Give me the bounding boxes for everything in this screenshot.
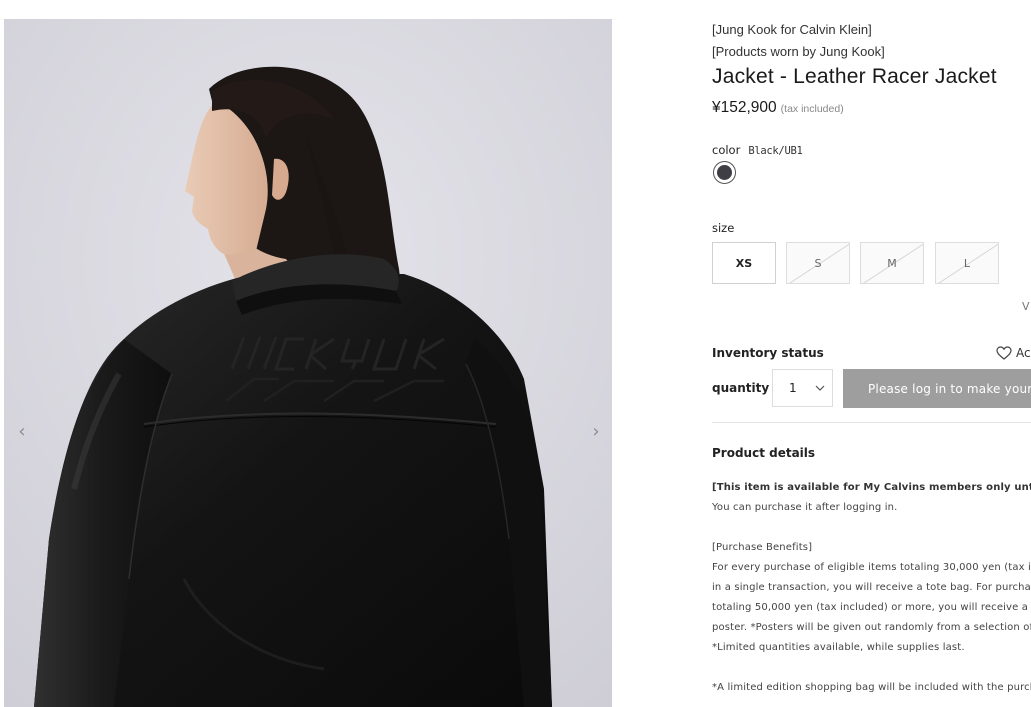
detail-line: [This item is available for My Calvins m… (712, 482, 1031, 493)
collab-label-2: [Products worn by Jung Kook] (712, 44, 885, 59)
inventory-status-label: Inventory status (712, 346, 824, 360)
quantity-select[interactable]: 1 (772, 369, 833, 407)
color-value: Black/UB1 (748, 145, 803, 157)
detail-line: For every purchase of eligible items tot… (712, 562, 1031, 573)
product-details-heading: Product details (712, 446, 816, 460)
favorites-label: Ac (1016, 346, 1031, 360)
quantity-value: 1 (789, 381, 797, 395)
color-row: color Black/UB1 (712, 139, 803, 158)
size-label: size (712, 221, 735, 235)
product-price: ¥152,900 (tax included) (712, 99, 844, 117)
size-option-s[interactable]: S (786, 242, 850, 284)
add-to-favorites-button[interactable]: Ac (996, 346, 1031, 360)
chevron-down-icon (815, 385, 825, 391)
login-to-purchase-button[interactable]: Please log in to make your p (843, 369, 1031, 408)
detail-line: *A limited edition shopping bag will be … (712, 682, 1031, 693)
size-option-label: S (814, 256, 822, 270)
size-option-label: M (887, 256, 897, 270)
size-option-xs[interactable]: XS (712, 242, 776, 284)
detail-line: You can purchase it after logging in. (712, 502, 898, 513)
size-option-label: XS (735, 256, 753, 270)
collab-label-1: [Jung Kook for Calvin Klein] (712, 22, 872, 37)
product-photo (4, 19, 612, 707)
detail-line: poster. *Posters will be given out rando… (712, 622, 1031, 633)
color-swatch-black[interactable] (713, 161, 736, 184)
detail-line: totaling 50,000 yen (tax included) or mo… (712, 602, 1031, 613)
product-title: Jacket - Leather Racer Jacket (712, 65, 997, 88)
size-option-label: L (963, 256, 971, 270)
heart-icon (996, 346, 1012, 360)
detail-line: [Purchase Benefits] (712, 542, 813, 553)
tax-note: (tax included) (780, 103, 844, 115)
size-guide-link[interactable]: V (1022, 300, 1030, 313)
section-divider (712, 422, 1031, 423)
detail-line: in a single transaction, you will receiv… (712, 582, 1031, 593)
color-label: color (712, 143, 741, 157)
product-info-panel: [Jung Kook for Calvin Klein] [Products w… (712, 0, 1031, 707)
detail-line: *Limited quantities available, while sup… (712, 642, 965, 653)
size-option-l[interactable]: L (935, 242, 999, 284)
quantity-label: quantity (712, 381, 770, 395)
gallery-prev-arrow[interactable]: ‹ (12, 419, 32, 443)
gallery-next-arrow[interactable]: › (586, 419, 606, 443)
price-value: ¥152,900 (712, 99, 777, 116)
size-option-m[interactable]: M (860, 242, 924, 284)
swatch-fill (717, 165, 732, 180)
product-image-gallery[interactable]: ‹ › (4, 19, 612, 707)
